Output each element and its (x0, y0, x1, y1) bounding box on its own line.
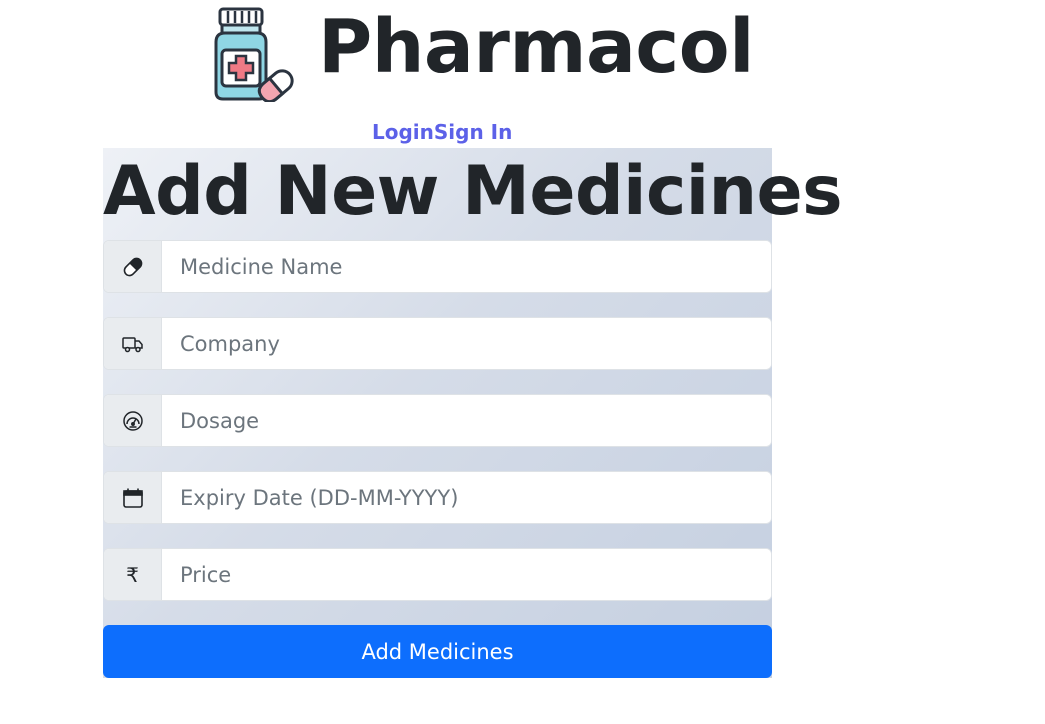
brand-name: Pharmacol (318, 4, 754, 90)
speedometer-icon (104, 395, 162, 446)
site-header: Pharmacol (0, 0, 1045, 112)
company-group (103, 317, 772, 370)
dosage-input[interactable] (162, 395, 771, 446)
signin-link[interactable]: Sign In (434, 120, 512, 144)
auth-nav: LoginSign In (372, 119, 512, 145)
price-group: ₹ (103, 548, 772, 601)
capsule-icon (104, 241, 162, 292)
login-link[interactable]: Login (372, 120, 434, 144)
form-title: Add New Medicines (103, 152, 843, 231)
expiry-date-input[interactable] (162, 472, 771, 523)
medicine-name-group (103, 240, 772, 293)
add-medicine-form: Add New Medicines Medicine Name Company … (103, 148, 843, 678)
price-input[interactable] (162, 549, 771, 600)
calendar-icon (104, 472, 162, 523)
medicine-bottle-icon (206, 6, 296, 104)
medicine-name-input[interactable] (162, 241, 771, 292)
add-medicines-button[interactable]: Add Medicines (103, 625, 772, 678)
company-input[interactable] (162, 318, 771, 369)
dosage-group (103, 394, 772, 447)
rupee-icon: ₹ (104, 549, 162, 600)
expiry-date-group (103, 471, 772, 524)
truck-icon (104, 318, 162, 369)
rupee-symbol: ₹ (126, 562, 139, 587)
